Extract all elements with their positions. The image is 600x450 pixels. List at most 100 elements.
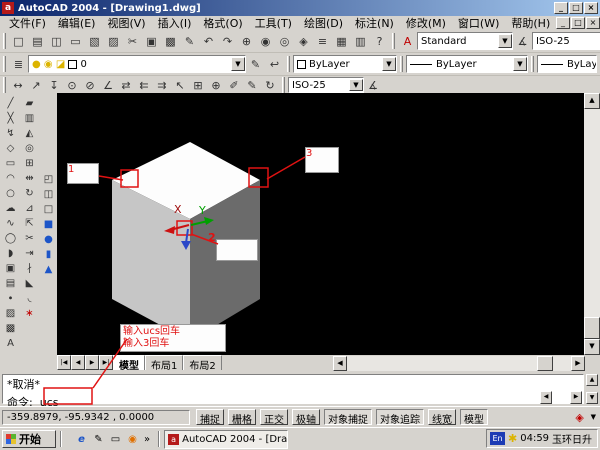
layer-manager-icon[interactable]: ≣ [9, 54, 28, 74]
polygon-button[interactable]: ◇ [2, 141, 19, 156]
dimension-style-combo[interactable]: ISO-25 ▼ [288, 77, 364, 93]
tolerance-button[interactable]: ⊞ [189, 76, 207, 94]
explode-button[interactable]: ∗ [21, 306, 38, 321]
polyline-button[interactable]: ↯ [2, 126, 19, 141]
quick-dimension-button[interactable]: ⇄ [117, 76, 135, 94]
tab-last-button[interactable]: ▶| [99, 355, 113, 370]
media-player-icon[interactable]: ◉ [125, 432, 140, 447]
tab-layout2[interactable]: 布局2 [183, 355, 222, 372]
menu-edit[interactable]: 编辑(E) [53, 15, 101, 31]
plot-preview-button[interactable]: ▧ [85, 31, 104, 51]
radius-dimension-button[interactable]: ⊙ [63, 76, 81, 94]
region-button[interactable]: ▩ [2, 321, 19, 336]
scroll-thumb[interactable] [584, 317, 600, 339]
shapes-icon[interactable]: ◫ [40, 187, 57, 202]
spline-button[interactable]: ∿ [2, 216, 19, 231]
osnap-toggle[interactable]: 对象捕捉 [324, 409, 372, 426]
dropdown-arrow-icon[interactable]: ▼ [498, 34, 512, 48]
construction-line-button[interactable]: ╳ [2, 111, 19, 126]
insert-block-button[interactable]: ▣ [2, 261, 19, 276]
offset-button[interactable]: ◎ [21, 141, 38, 156]
otrack-toggle[interactable]: 对象追踪 [376, 409, 424, 426]
toolbar-grip[interactable] [287, 56, 290, 72]
properties-button[interactable]: ≡ [313, 31, 332, 51]
toolbar-grip[interactable] [3, 77, 6, 93]
tab-first-button[interactable]: |◀ [57, 355, 71, 370]
linetype-control-combo[interactable]: ByLayer ▼ [406, 55, 528, 73]
command-scroll-left-icon[interactable]: ◀ [540, 391, 552, 404]
diameter-dimension-button[interactable]: ⊘ [81, 76, 99, 94]
match-properties-button[interactable]: ✎ [180, 31, 199, 51]
aligned-dimension-button[interactable]: ↗ [27, 76, 45, 94]
tab-model[interactable]: 模型 [113, 355, 145, 372]
language-indicator[interactable]: En [490, 432, 505, 445]
open-button[interactable]: ▤ [28, 31, 47, 51]
zoom-realtime-button[interactable]: ◉ [256, 31, 275, 51]
dimension-update-style-icon[interactable]: ∡ [364, 76, 382, 94]
toolbar-grip[interactable] [531, 56, 534, 72]
menu-insert[interactable]: 插入(I) [153, 15, 197, 31]
designcenter-button[interactable]: ▦ [332, 31, 351, 51]
redo-button[interactable]: ↷ [218, 31, 237, 51]
polar-toggle[interactable]: 极轴 [292, 409, 320, 426]
toolbar-grip[interactable] [3, 33, 6, 49]
zoom-window-button[interactable]: ◎ [275, 31, 294, 51]
break-button[interactable]: ∤ [21, 261, 38, 276]
cut-button[interactable]: ✂ [123, 31, 142, 51]
dim-style-icon[interactable]: ∡ [513, 31, 532, 51]
layer-previous-icon[interactable]: ↩ [265, 54, 284, 74]
plot-button[interactable]: ▭ [66, 31, 85, 51]
quick-leader-button[interactable]: ↖ [171, 76, 189, 94]
window-icon[interactable]: ▭ [108, 432, 123, 447]
rotate-button[interactable]: ↻ [21, 186, 38, 201]
publish-button[interactable]: ▨ [104, 31, 123, 51]
menu-modify[interactable]: 修改(M) [401, 15, 451, 31]
undo-button[interactable]: ↶ [199, 31, 218, 51]
pan-button[interactable]: ⊕ [237, 31, 256, 51]
text-style-combo[interactable]: Standard ▼ [417, 32, 513, 50]
ie-icon[interactable]: e [74, 432, 89, 447]
paint-icon[interactable]: ✎ [91, 432, 106, 447]
dropdown-arrow-icon[interactable]: ▼ [513, 57, 527, 71]
solid-box-icon[interactable]: ■ [40, 217, 57, 232]
chamfer-button[interactable]: ◣ [21, 276, 38, 291]
hatch-button[interactable]: ▨ [2, 306, 19, 321]
paste-button[interactable]: ▩ [161, 31, 180, 51]
scroll-right-icon[interactable]: ▶ [571, 356, 585, 371]
command-scroll-up-icon[interactable]: ▲ [586, 374, 598, 386]
ellipse-arc-button[interactable]: ◗ [2, 246, 19, 261]
scroll-thumb[interactable] [537, 356, 553, 371]
command-text-area[interactable]: *取消* 命令: ucs [2, 374, 584, 409]
erase-button[interactable]: ▰ [21, 96, 38, 111]
point-button[interactable]: ∙ [2, 291, 19, 306]
model-toggle[interactable]: 模型 [460, 409, 488, 426]
arc-button[interactable]: ◠ [2, 171, 19, 186]
baseline-dimension-button[interactable]: ⇇ [135, 76, 153, 94]
menu-format[interactable]: 格式(O) [198, 15, 247, 31]
mirror-button[interactable]: ◭ [21, 126, 38, 141]
move-button[interactable]: ⇹ [21, 171, 38, 186]
toolbar-grip[interactable] [400, 56, 403, 72]
dropdown-arrow-icon[interactable]: ▼ [349, 79, 363, 91]
menu-file[interactable]: 文件(F) [4, 15, 51, 31]
dimension-edit-button[interactable]: ✐ [225, 76, 243, 94]
start-button[interactable]: 开始 [2, 430, 56, 448]
toolbar-grip[interactable] [392, 33, 395, 49]
angular-dimension-button[interactable]: ∠ [99, 76, 117, 94]
linear-dimension-button[interactable]: ↔ [9, 76, 27, 94]
quick-launch-overflow-icon[interactable]: » [144, 434, 150, 445]
copy-object-button[interactable]: ▥ [21, 111, 38, 126]
scroll-left-icon[interactable]: ◀ [333, 356, 347, 371]
zoom-previous-button[interactable]: ◈ [294, 31, 313, 51]
revcloud-button[interactable]: ☁ [2, 201, 19, 216]
rectangle-button[interactable]: ▭ [2, 156, 19, 171]
command-scroll-right-icon[interactable]: ▶ [570, 391, 582, 404]
center-mark-button[interactable]: ⊕ [207, 76, 225, 94]
lineweight-toggle[interactable]: 线宽 [428, 409, 456, 426]
stretch-button[interactable]: ⇱ [21, 216, 38, 231]
wire-box-icon[interactable]: □ [40, 202, 57, 217]
new-button[interactable]: □ [9, 31, 28, 51]
continue-dimension-button[interactable]: ⇉ [153, 76, 171, 94]
array-button[interactable]: ⊞ [21, 156, 38, 171]
menu-help[interactable]: 帮助(H) [506, 15, 555, 31]
